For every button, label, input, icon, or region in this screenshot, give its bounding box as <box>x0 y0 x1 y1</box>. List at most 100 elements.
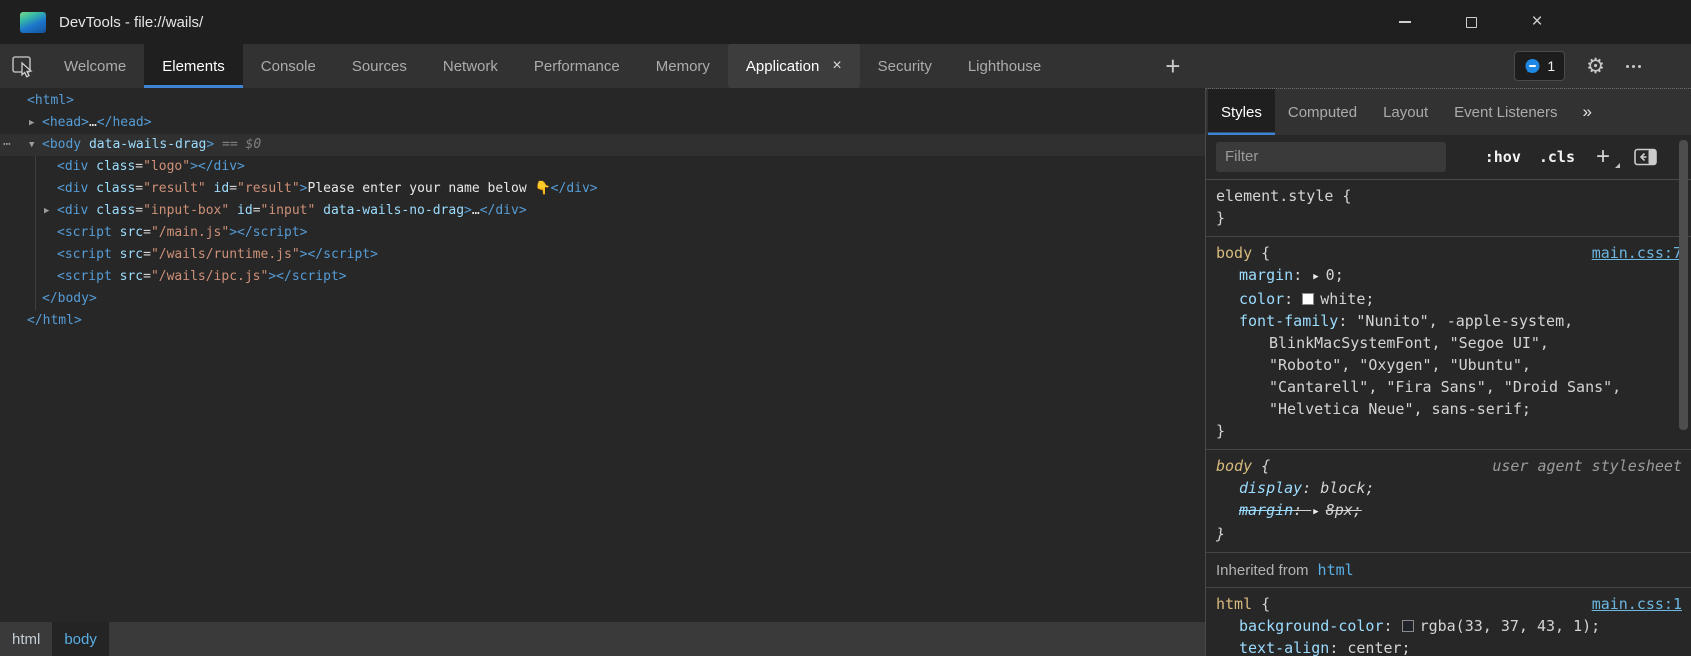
sidebar-tab-layout[interactable]: Layout <box>1370 89 1441 135</box>
more-tabs-chevron-icon[interactable]: » <box>1571 89 1604 135</box>
dom-token: class <box>88 159 135 174</box>
collapse-arrow-icon[interactable]: ▼ <box>29 134 42 156</box>
inherited-target-link[interactable]: html <box>1318 561 1354 579</box>
css-selector[interactable]: element.style <box>1216 187 1333 205</box>
close-tab-icon[interactable]: × <box>832 57 841 75</box>
tab-sources[interactable]: Sources <box>334 44 425 88</box>
breadcrumb-html[interactable]: html <box>0 622 52 656</box>
tab-network[interactable]: Network <box>425 44 516 88</box>
dom-node-row[interactable]: <html> <box>0 90 1205 112</box>
color-swatch[interactable] <box>1402 620 1414 632</box>
colon: : <box>1293 501 1311 519</box>
computed-sidebar-toggle-icon[interactable] <box>1634 148 1657 166</box>
css-declaration[interactable]: font-family: "Nunito", -apple-system, <box>1206 310 1691 332</box>
open-brace: { <box>1252 595 1270 613</box>
toolbar-right-icons: 1 ⚙ <box>1514 44 1691 88</box>
tab-elements[interactable]: Elements <box>144 44 243 88</box>
colon: : <box>1329 639 1347 656</box>
sidebar-tab-computed[interactable]: Computed <box>1275 89 1370 135</box>
styles-filter-input[interactable]: Filter <box>1216 142 1446 172</box>
window-controls: × <box>1397 0 1545 44</box>
css-selector[interactable]: body <box>1216 457 1252 475</box>
expand-arrow-icon[interactable]: ▶ <box>44 200 57 222</box>
settings-gear-icon[interactable]: ⚙ <box>1586 56 1605 77</box>
color-swatch[interactable] <box>1302 293 1314 305</box>
tab-performance[interactable]: Performance <box>516 44 638 88</box>
inherited-from-row: Inherited fromhtml <box>1206 552 1691 587</box>
css-property-name: background-color <box>1239 617 1384 635</box>
css-declaration[interactable]: display: block; <box>1206 477 1691 499</box>
devtools-app-icon <box>20 12 46 33</box>
dom-node-row[interactable]: </body> <box>0 288 1205 310</box>
css-selector[interactable]: body <box>1216 244 1252 262</box>
dom-token: = <box>253 203 261 218</box>
css-declaration[interactable]: margin: ▶0; <box>1206 264 1691 288</box>
css-declaration[interactable]: background-color: rgba(33, 37, 43, 1); <box>1206 615 1691 637</box>
css-rule-body: body {main.css:7margin: ▶0;color: white;… <box>1206 236 1691 449</box>
css-selector[interactable]: html <box>1216 595 1252 613</box>
stylesheet-source-link[interactable]: main.css:1 <box>1592 593 1682 615</box>
node-menu-dots-icon[interactable]: ⋯ <box>3 134 11 156</box>
new-style-rule-button[interactable]: + <box>1596 145 1610 169</box>
css-property-name: margin <box>1239 266 1293 284</box>
tab-security[interactable]: Security <box>860 44 950 88</box>
css-declaration[interactable]: text-align: center; <box>1206 637 1691 656</box>
add-tab-button[interactable]: + <box>1155 44 1190 88</box>
expand-arrow-icon[interactable]: ▶ <box>29 112 42 134</box>
dom-node-row[interactable]: </html> <box>0 310 1205 332</box>
tab-lighthouse[interactable]: Lighthouse <box>950 44 1059 88</box>
dom-node-row[interactable]: <script src="/wails/ipc.js"></script> <box>0 266 1205 288</box>
css-value-continuation: "Roboto", "Oxygen", "Ubuntu", <box>1206 354 1691 376</box>
expand-shorthand-icon[interactable]: ▶ <box>1313 501 1318 523</box>
css-declaration[interactable]: color: white; <box>1206 288 1691 310</box>
dom-node-row[interactable]: <div class="logo"></div> <box>0 156 1205 178</box>
dom-token: "/wails/ipc.js" <box>151 269 268 284</box>
dom-breadcrumb-bar: htmlbody <box>0 622 1205 656</box>
sidebar-tab-styles[interactable]: Styles <box>1208 89 1275 135</box>
dom-token: data-wails-drag <box>81 137 206 152</box>
tab-application[interactable]: Application× <box>728 44 860 88</box>
close-icon[interactable]: × <box>1529 14 1545 30</box>
dom-token: == $0 <box>214 137 261 152</box>
dom-token: </script> <box>307 247 377 262</box>
tab-label: Performance <box>534 58 620 75</box>
more-options-icon[interactable] <box>1626 65 1641 68</box>
toggle-pseudo-hov[interactable]: :hov <box>1485 148 1521 166</box>
dom-token: </body> <box>42 291 97 306</box>
tab-console[interactable]: Console <box>243 44 334 88</box>
dom-token: class <box>88 181 135 196</box>
tab-welcome[interactable]: Welcome <box>46 44 144 88</box>
dom-token: "/main.js" <box>151 225 229 240</box>
toggle-class-cls[interactable]: .cls <box>1539 148 1575 166</box>
dom-node-row[interactable]: ▶<div class="input-box" id="input" data-… <box>0 200 1205 222</box>
dom-token: "input" <box>261 203 316 218</box>
minimize-icon[interactable] <box>1397 14 1413 30</box>
sidebar-tab-event-listeners[interactable]: Event Listeners <box>1441 89 1570 135</box>
styles-scrollbar-thumb[interactable] <box>1679 140 1688 430</box>
maximize-icon[interactable] <box>1463 14 1479 30</box>
elements-panel: <html>▶<head>…</head>⋯▼<body data-wails-… <box>0 88 1205 656</box>
css-declaration[interactable]: margin: ▶8px; <box>1206 499 1691 523</box>
breadcrumb-body[interactable]: body <box>52 622 109 656</box>
dom-token: = <box>135 159 143 174</box>
dom-node-row[interactable]: <script src="/main.js"></script> <box>0 222 1205 244</box>
close-brace: } <box>1206 207 1691 229</box>
devtools-content: <html>▶<head>…</head>⋯▼<body data-wails-… <box>0 88 1691 656</box>
css-property-value: white; <box>1320 290 1374 308</box>
tab-label: Network <box>443 58 498 75</box>
colon: : <box>1384 617 1402 635</box>
panel-tab-strip: WelcomeElementsConsoleSources Network Perf… <box>46 44 1059 88</box>
inspect-element-icon[interactable] <box>0 44 46 88</box>
issues-badge[interactable]: 1 <box>1514 51 1565 81</box>
dom-token: … <box>89 115 97 130</box>
dom-node-row[interactable]: ⋯▼<body data-wails-drag> == $0 <box>0 134 1205 156</box>
expand-shorthand-icon[interactable]: ▶ <box>1313 266 1318 288</box>
dom-token: <div <box>57 203 88 218</box>
dom-node-row[interactable]: <div class="result" id="result">Please e… <box>0 178 1205 200</box>
dom-node-row[interactable]: <script src="/wails/runtime.js"></script… <box>0 244 1205 266</box>
dom-node-row[interactable]: ▶<head>…</head> <box>0 112 1205 134</box>
tab-memory[interactable]: Memory <box>638 44 728 88</box>
stylesheet-source-link[interactable]: main.css:7 <box>1592 242 1682 264</box>
window-titlebar: DevTools - file://wails/ × <box>0 0 1691 44</box>
dom-token: "input-box" <box>143 203 229 218</box>
